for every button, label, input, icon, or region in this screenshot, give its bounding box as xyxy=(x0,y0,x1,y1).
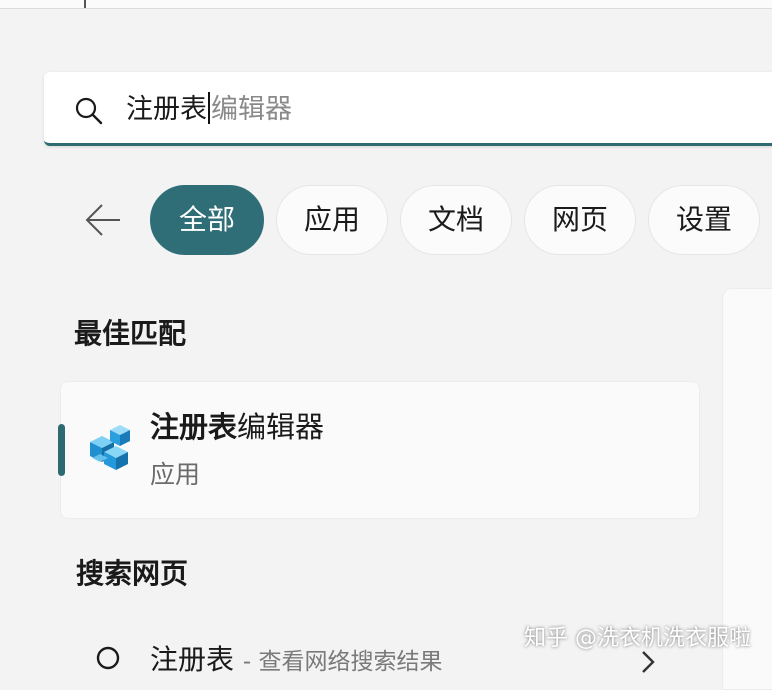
filter-tab-apps[interactable]: 应用 xyxy=(276,185,388,255)
filter-tab-settings[interactable]: 设置 xyxy=(648,185,760,255)
app-name: 注册表编辑器 xyxy=(150,406,324,448)
window-edge-mark xyxy=(84,0,86,8)
web-search-query: 注册表 xyxy=(150,643,235,676)
window-top-edge xyxy=(0,0,772,9)
web-search-text: 注册表 - 查看网络搜索结果 xyxy=(150,638,443,678)
registry-editor-icon xyxy=(90,425,130,470)
text-caret xyxy=(208,92,210,124)
search-autocomplete-suggestion: 编辑器 xyxy=(211,94,292,125)
app-name-rest: 编辑器 xyxy=(237,410,325,444)
selection-indicator xyxy=(58,424,65,476)
filter-tab-web[interactable]: 网页 xyxy=(524,185,636,255)
back-arrow-icon[interactable] xyxy=(84,202,122,238)
search-icon xyxy=(75,97,103,125)
filter-tab-all[interactable]: 全部 xyxy=(150,185,264,255)
app-type-label: 应用 xyxy=(150,460,201,489)
search-box[interactable]: 注册表 编辑器 xyxy=(44,72,772,146)
best-match-heading: 最佳匹配 xyxy=(74,317,187,350)
search-icon xyxy=(96,646,120,670)
watermark: 知乎 @洗衣机洗衣服啦 xyxy=(524,626,751,651)
filter-bar: 全部 应用 文档 网页 设置 xyxy=(0,185,772,257)
app-name-match: 注册表 xyxy=(150,410,238,444)
best-match-result[interactable] xyxy=(60,381,700,519)
search-typed-text: 注册表 xyxy=(126,94,207,125)
search-input[interactable]: 注册表 编辑器 xyxy=(126,92,292,128)
chevron-right-icon[interactable] xyxy=(638,648,658,676)
web-search-heading: 搜索网页 xyxy=(76,557,189,590)
filter-tab-documents[interactable]: 文档 xyxy=(400,185,512,255)
web-search-subtitle: - 查看网络搜索结果 xyxy=(242,649,443,675)
